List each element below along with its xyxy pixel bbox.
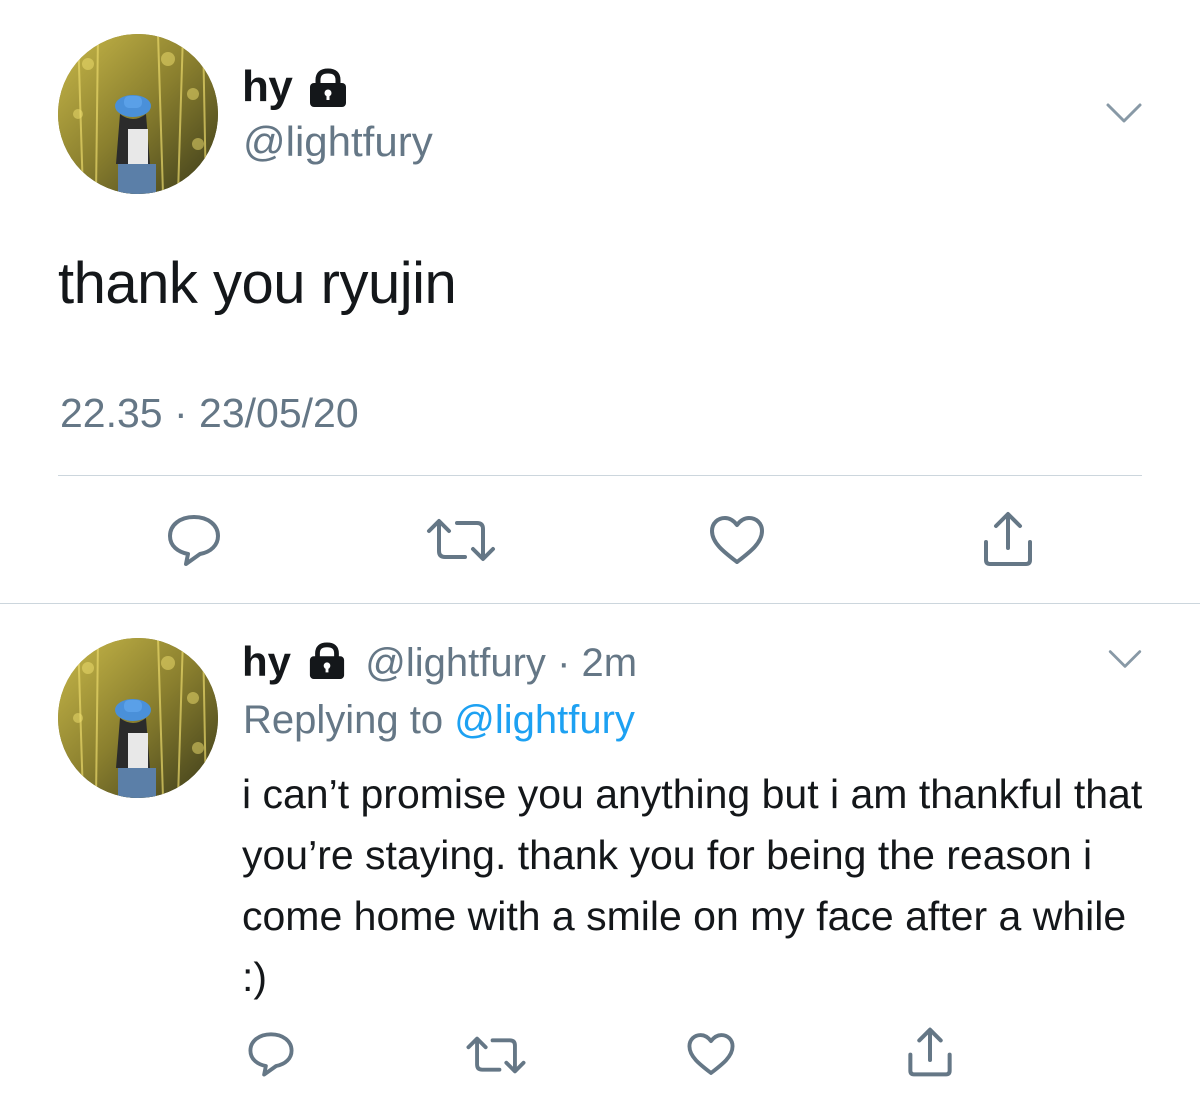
reply-header: hy @lightfury · 2m	[242, 638, 637, 686]
share-icon[interactable]	[980, 510, 1036, 568]
replying-to-label: Replying to	[243, 698, 444, 742]
replying-to-link[interactable]: @lightfury	[454, 698, 635, 742]
divider	[0, 603, 1200, 604]
handle[interactable]: @lightfury	[243, 118, 433, 166]
display-name[interactable]: hy	[242, 62, 293, 112]
separator: ·	[557, 641, 571, 685]
heart-icon[interactable]	[708, 514, 766, 566]
chevron-down-icon[interactable]	[1104, 100, 1144, 126]
reply-icon[interactable]	[164, 512, 224, 568]
tweet-text: i can’t promise you anything but i am th…	[242, 771, 1143, 1000]
tweet-text: thank you ryujin	[58, 251, 457, 316]
retweet-icon[interactable]	[465, 1033, 527, 1077]
retweet-icon[interactable]	[425, 515, 497, 565]
display-name[interactable]: hy	[242, 638, 291, 685]
time-ago[interactable]: 2m	[582, 641, 638, 685]
avatar[interactable]	[58, 638, 218, 798]
reply-icon[interactable]	[245, 1030, 297, 1078]
divider	[58, 475, 1142, 476]
lock-icon	[306, 642, 348, 680]
heart-icon[interactable]	[686, 1031, 736, 1077]
avatar[interactable]	[58, 34, 218, 194]
share-icon[interactable]	[905, 1026, 955, 1078]
timestamp[interactable]: 22.35 · 23/05/20	[60, 390, 359, 437]
replying-to: Replying to @lightfury	[243, 698, 635, 743]
lock-icon	[306, 68, 350, 108]
chevron-down-icon[interactable]	[1106, 647, 1144, 671]
handle[interactable]: @lightfury	[365, 641, 546, 685]
